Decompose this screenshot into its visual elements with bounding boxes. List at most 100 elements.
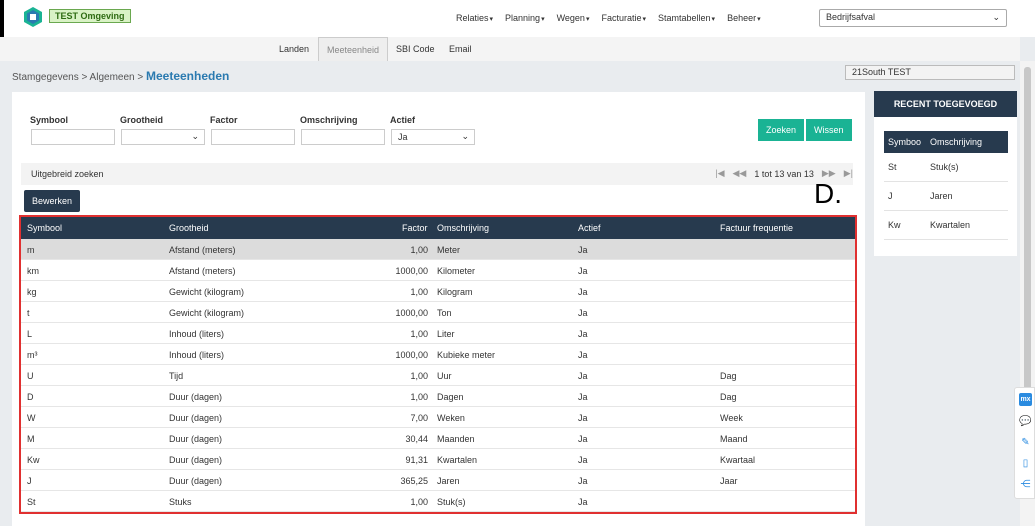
table-cell-symbool: L xyxy=(27,329,33,339)
menu-stamtabellen[interactable]: Stamtabellen xyxy=(658,13,715,23)
first-page-icon[interactable]: |◀ xyxy=(715,168,724,179)
table-cell-actief: Ja xyxy=(578,434,588,444)
table-cell-factor: 30,44 xyxy=(405,434,428,444)
floating-toolbar: mx 💬 ✎ ▯ ⋲ xyxy=(1014,387,1035,499)
recent-cell-symbool: St xyxy=(888,162,897,172)
table-row[interactable]: M Duur (dagen) 30,44 Maanden Ja Maand xyxy=(21,428,855,449)
chat-icon[interactable]: 💬 xyxy=(1019,415,1032,428)
grootheid-label: Grootheid xyxy=(120,115,163,125)
table-cell-symbool: kg xyxy=(27,287,37,297)
table-cell-omschrijving: Kwartalen xyxy=(437,455,478,465)
last-page-icon[interactable]: ▶| xyxy=(844,168,853,179)
table-cell-actief: Ja xyxy=(578,497,588,507)
advanced-search-bar: Uitgebreid zoeken |◀ ◀◀ 1 tot 13 van 13 … xyxy=(21,163,853,185)
previous-page-icon[interactable]: ◀◀ xyxy=(733,168,747,179)
breadcrumb: Stamgegevens > Algemeen > Meeteenheden xyxy=(12,69,229,83)
menu-wegen[interactable]: Wegen xyxy=(557,13,590,23)
tab-meeteenheid[interactable]: Meeteenheid xyxy=(318,37,389,61)
edit-pencil-icon[interactable]: ✎ xyxy=(1019,436,1032,449)
recent-row[interactable]: J Jaren xyxy=(884,182,1008,211)
table-cell-omschrijving: Weken xyxy=(437,413,465,423)
table-cell-actief: Ja xyxy=(578,245,588,255)
column-header-omschrijving[interactable]: Omschrijving xyxy=(437,223,489,233)
column-header-factor[interactable]: Factor xyxy=(402,223,428,233)
table-row[interactable]: W Duur (dagen) 7,00 Weken Ja Week xyxy=(21,407,855,428)
table-cell-symbool: W xyxy=(27,413,36,423)
table-row[interactable]: J Duur (dagen) 365,25 Jaren Ja Jaar xyxy=(21,470,855,491)
top-bar: TEST Omgeving Relaties Planning Wegen Fa… xyxy=(0,0,1035,37)
table-row[interactable]: km Afstand (meters) 1000,00 Kilometer Ja xyxy=(21,260,855,281)
table-cell-actief: Ja xyxy=(578,413,588,423)
table-cell-factor: 1000,00 xyxy=(395,308,428,318)
table-row[interactable]: Kw Duur (dagen) 91,31 Kwartalen Ja Kwartaal xyxy=(21,449,855,470)
tab-sbi-code[interactable]: SBI Code xyxy=(396,37,435,61)
main-menu: Relaties Planning Wegen Facturatie Stamt… xyxy=(456,13,773,23)
recent-row[interactable]: Kw Kwartalen xyxy=(884,211,1008,240)
tab-email[interactable]: Email xyxy=(449,37,472,61)
recent-table-body: St Stuk(s) J Jaren Kw Kwartalen xyxy=(884,153,1008,240)
column-header-grootheid[interactable]: Grootheid xyxy=(169,223,209,233)
menu-relaties[interactable]: Relaties xyxy=(456,13,493,23)
table-cell-actief: Ja xyxy=(578,329,588,339)
table-cell-omschrijving: Ton xyxy=(437,308,452,318)
app-logo-icon[interactable] xyxy=(22,6,44,28)
edit-button[interactable]: Bewerken xyxy=(24,190,80,212)
breadcrumb-path[interactable]: Stamgegevens > Algemeen > xyxy=(12,72,146,83)
table-row[interactable]: D Duur (dagen) 1,00 Dagen Ja Dag xyxy=(21,386,855,407)
chevron-down-icon: ⌄ xyxy=(992,12,1000,22)
table-cell-omschrijving: Dagen xyxy=(437,392,464,402)
recent-header-symbool: Symboo xyxy=(888,137,922,147)
mendix-icon[interactable]: mx xyxy=(1019,393,1032,406)
table-cell-factor: 1,00 xyxy=(410,245,428,255)
table-cell-factor: 365,25 xyxy=(400,476,428,486)
table-row[interactable]: St Stuks 1,00 Stuk(s) Ja xyxy=(21,491,855,512)
column-header-symbool[interactable]: Symbool xyxy=(27,223,62,233)
clear-button[interactable]: Wissen xyxy=(806,119,852,141)
table-cell-symbool: U xyxy=(27,371,34,381)
table-cell-factor: 1,00 xyxy=(410,329,428,339)
company-select[interactable]: Bedrijfsafval ⌄ xyxy=(819,9,1007,27)
advanced-search-link[interactable]: Uitgebreid zoeken xyxy=(31,169,104,179)
grootheid-select[interactable]: ⌄ xyxy=(121,129,205,145)
search-button[interactable]: Zoeken xyxy=(758,119,805,141)
page-title: Meeteenheden xyxy=(145,69,230,83)
symbool-input[interactable] xyxy=(31,129,115,145)
recent-panel-title: RECENT TOEGEVOEGD xyxy=(874,91,1017,117)
menu-facturatie[interactable]: Facturatie xyxy=(601,13,646,23)
table-cell-factor: 1,00 xyxy=(410,371,428,381)
table-row[interactable]: L Inhoud (liters) 1,00 Liter Ja xyxy=(21,323,855,344)
sub-navigation: Landen Meeteenheid SBI Code Email xyxy=(0,37,1020,61)
table-cell-omschrijving: Maanden xyxy=(437,434,475,444)
menu-planning[interactable]: Planning xyxy=(505,13,545,23)
menu-beheer[interactable]: Beheer xyxy=(727,13,761,23)
table-cell-actief: Ja xyxy=(578,308,588,318)
recent-row[interactable]: St Stuk(s) xyxy=(884,153,1008,182)
table-row[interactable]: t Gewicht (kilogram) 1000,00 Ton Ja xyxy=(21,302,855,323)
factor-input[interactable] xyxy=(211,129,295,145)
table-cell-symbool: M xyxy=(27,434,35,444)
tab-landen[interactable]: Landen xyxy=(279,37,309,61)
environment-badge: TEST Omgeving xyxy=(49,9,131,23)
omschrijving-input[interactable] xyxy=(301,129,385,145)
recent-table-header: Symboo Omschrijving xyxy=(884,131,1008,153)
table-cell-factor: 1000,00 xyxy=(395,266,428,276)
user-box: 21South TEST xyxy=(845,65,1015,80)
table-row[interactable]: U Tijd 1,00 Uur Ja Dag xyxy=(21,365,855,386)
mobile-icon[interactable]: ▯ xyxy=(1019,457,1032,470)
pager-text: 1 tot 13 van 13 xyxy=(754,168,814,179)
actief-label: Actief xyxy=(390,115,416,125)
column-header-actief[interactable]: Actief xyxy=(578,223,601,233)
share-icon[interactable]: ⋲ xyxy=(1019,478,1032,491)
table-cell-actief: Ja xyxy=(578,371,588,381)
table-row[interactable]: kg Gewicht (kilogram) 1,00 Kilogram Ja xyxy=(21,281,855,302)
table-cell-grootheid: Stuks xyxy=(169,497,192,507)
table-cell-factuur-frequentie: Week xyxy=(720,413,743,423)
table-header: Symbool Grootheid Factor Omschrijving Ac… xyxy=(21,217,855,239)
table-cell-symbool: t xyxy=(27,308,30,318)
table-cell-omschrijving: Liter xyxy=(437,329,455,339)
table-row[interactable]: m³ Inhoud (liters) 1000,00 Kubieke meter Ja xyxy=(21,344,855,365)
actief-select[interactable]: Ja ⌄ xyxy=(391,129,475,145)
table-row[interactable]: m Afstand (meters) 1,00 Meter Ja xyxy=(21,239,855,260)
column-header-factuur-frequentie[interactable]: Factuur frequentie xyxy=(720,223,793,233)
filter-area: Symbool Grootheid ⌄ Factor Omschrijving … xyxy=(22,99,857,161)
